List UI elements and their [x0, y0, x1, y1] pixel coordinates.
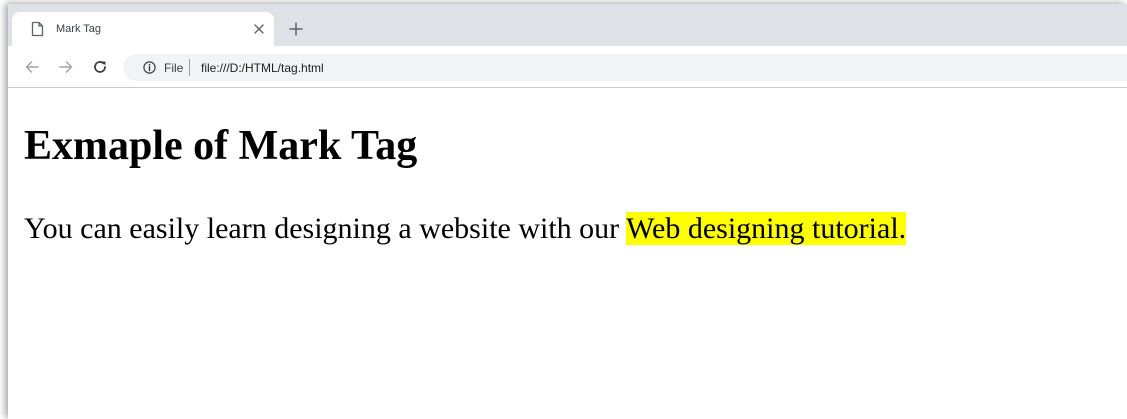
new-tab-plus-icon[interactable] — [288, 21, 304, 37]
page-heading: Exmaple of Mark Tag — [24, 123, 418, 169]
tab-strip: Mark Tag — [8, 4, 1127, 46]
info-icon[interactable] — [143, 61, 156, 74]
browser-window: Mark Tag File file:///D:/HTML/tag.html E… — [8, 4, 1127, 419]
address-bar[interactable]: File file:///D:/HTML/tag.html — [123, 54, 1127, 81]
highlighted-text: Web designing tutorial. — [626, 212, 907, 245]
back-arrow-icon[interactable] — [24, 59, 40, 75]
page-paragraph: You can easily learn designing a website… — [24, 212, 907, 247]
url-text[interactable]: file:///D:/HTML/tag.html — [201, 61, 324, 75]
omnibox-divider — [189, 59, 190, 76]
browser-toolbar: File file:///D:/HTML/tag.html — [8, 46, 1127, 88]
page-content: Exmaple of Mark Tag You can easily learn… — [8, 88, 1127, 419]
page-icon — [31, 21, 44, 37]
scheme-label: File — [164, 61, 184, 75]
reload-icon[interactable] — [92, 59, 108, 75]
tab-title: Mark Tag — [56, 23, 102, 35]
forward-arrow-icon[interactable] — [58, 59, 74, 75]
close-icon[interactable] — [252, 22, 266, 36]
browser-tab[interactable]: Mark Tag — [12, 12, 274, 46]
paragraph-text: You can easily learn designing a website… — [24, 212, 627, 245]
